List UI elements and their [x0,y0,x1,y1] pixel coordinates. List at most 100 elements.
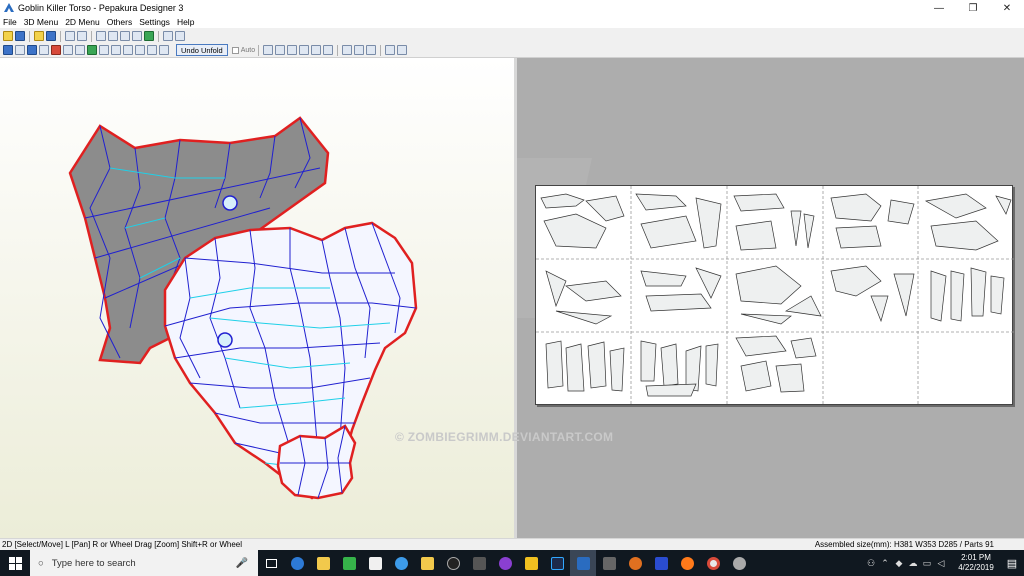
save-file-icon[interactable] [15,31,25,41]
align-middle-icon[interactable] [311,45,322,55]
unfold-icon[interactable] [39,45,49,55]
file-explorer-icon[interactable] [310,550,336,576]
brush-icon[interactable] [108,31,118,41]
open-file-icon[interactable] [3,31,13,41]
align-bottom-icon[interactable] [323,45,334,55]
green-app-icon[interactable] [336,550,362,576]
people-icon[interactable]: ⚇ [864,558,878,569]
cloud-icon[interactable]: ☁ [906,558,920,569]
lightbulb-icon[interactable] [34,31,44,41]
anchor-icon[interactable] [132,31,142,41]
align-right-icon[interactable] [287,45,298,55]
split-icon[interactable] [75,45,85,55]
firefox-icon[interactable] [674,550,700,576]
grid-icon[interactable] [159,45,169,55]
folder-icon[interactable] [414,550,440,576]
edge-browser-icon[interactable] [284,550,310,576]
windows-logo-icon [8,556,22,570]
2d-view-pane[interactable] [517,58,1024,538]
dropbox-icon[interactable]: ◆ [892,558,906,569]
move-tool-icon[interactable] [15,45,25,55]
menu-2d[interactable]: 2D Menu [65,16,100,28]
text-tool-icon[interactable] [99,45,109,55]
auto-checkbox[interactable]: Auto [231,46,255,54]
window-title: Goblin Killer Torso - Pepakura Designer … [18,3,184,13]
fold-tool-icon[interactable] [65,31,75,41]
toolbar-separator [91,30,92,42]
network-icon[interactable]: ▭ [920,558,934,569]
3d-model[interactable] [0,58,514,538]
zoom-fit-icon[interactable] [366,45,377,55]
align-top-icon[interactable] [299,45,310,55]
media-app-icon[interactable] [440,550,466,576]
toolbar-separator [60,30,61,42]
align-center-icon[interactable] [275,45,286,55]
checkbox-icon[interactable] [231,46,239,54]
taskbar-clock[interactable]: 2:01 PM 4/22/2019 [952,553,1000,573]
task-view-icon[interactable] [258,550,284,576]
unfolded-parts[interactable] [536,186,1014,406]
menu-settings[interactable]: Settings [139,16,170,28]
menu-3d[interactable]: 3D Menu [24,16,59,28]
pepakura-app-icon [4,3,14,12]
toolbar-separator [258,44,260,56]
window-split-icon[interactable] [175,31,185,41]
photoshop-icon[interactable] [544,550,570,576]
join-icon[interactable] [63,45,73,55]
chrome-icon[interactable] [700,550,726,576]
toolbar-separator [337,44,339,56]
window-icon[interactable] [163,31,173,41]
edit-tool-icon[interactable] [77,31,87,41]
title-bar: Goblin Killer Torso - Pepakura Designer … [0,0,1024,16]
3d-view-pane[interactable] [0,58,514,538]
toolbar-separator [29,30,30,42]
layout-icon[interactable] [385,45,396,55]
maximize-button[interactable]: ❐ [956,0,990,16]
layout-grid-icon[interactable] [397,45,408,55]
microphone-icon[interactable]: 🎤 [236,558,248,569]
number-icon[interactable] [111,45,121,55]
arrange-icon[interactable] [123,45,133,55]
notification-center-icon[interactable]: ▤ [1000,557,1024,570]
system-tray: ⚇ ⌃ ◆ ☁ ▭ ◁ 2:01 PM 4/22/2019 ▤ [864,550,1024,576]
undo-unfold-button[interactable]: Undo Unfold [176,44,228,56]
select-tool-icon[interactable] [3,45,13,55]
pepakura-taskbar-icon[interactable] [570,550,596,576]
taskbar-search-box[interactable]: ○ Type here to search 🎤 [30,550,258,576]
toolbar-row-2: Undo Unfold Auto [2,43,408,57]
flap-icon[interactable] [87,45,97,55]
edge-icon[interactable] [51,45,61,55]
print-icon[interactable] [135,45,145,55]
rivet-circle-upper [222,195,238,211]
print-sheet[interactable] [535,185,1014,406]
sketch-app-icon[interactable] [726,550,752,576]
rivet-circle-lower [217,332,233,348]
minimize-button[interactable]: — [922,0,956,16]
view-icon[interactable] [27,45,37,55]
dark-app-icon[interactable] [466,550,492,576]
texture-icon[interactable] [144,31,154,41]
blue-app-icon[interactable] [648,550,674,576]
align-left-icon[interactable] [263,45,274,55]
start-button[interactable] [0,550,30,576]
ie-browser-icon[interactable] [388,550,414,576]
menu-bar: File 3D Menu 2D Menu Others Settings Hel… [0,16,1024,28]
show-hidden-icons-chevron-icon[interactable]: ⌃ [878,558,892,569]
store-icon[interactable] [362,550,388,576]
menu-help[interactable]: Help [177,16,194,28]
colorful-app-icon[interactable] [492,550,518,576]
menu-file[interactable]: File [3,16,17,28]
rotate-icon[interactable] [120,31,130,41]
window-controls: — ❐ ✕ [922,0,1024,16]
close-button[interactable]: ✕ [990,0,1024,16]
cube-icon[interactable] [46,31,56,41]
yellow-app-icon[interactable] [518,550,544,576]
volume-icon[interactable]: ◁ [934,558,948,569]
orange-app-icon[interactable] [622,550,648,576]
pencil-icon[interactable] [96,31,106,41]
zoom-out-icon[interactable] [354,45,365,55]
zoom-in-icon[interactable] [342,45,353,55]
page-icon[interactable] [147,45,157,55]
menu-others[interactable]: Others [107,16,133,28]
calculator-icon[interactable] [596,550,622,576]
